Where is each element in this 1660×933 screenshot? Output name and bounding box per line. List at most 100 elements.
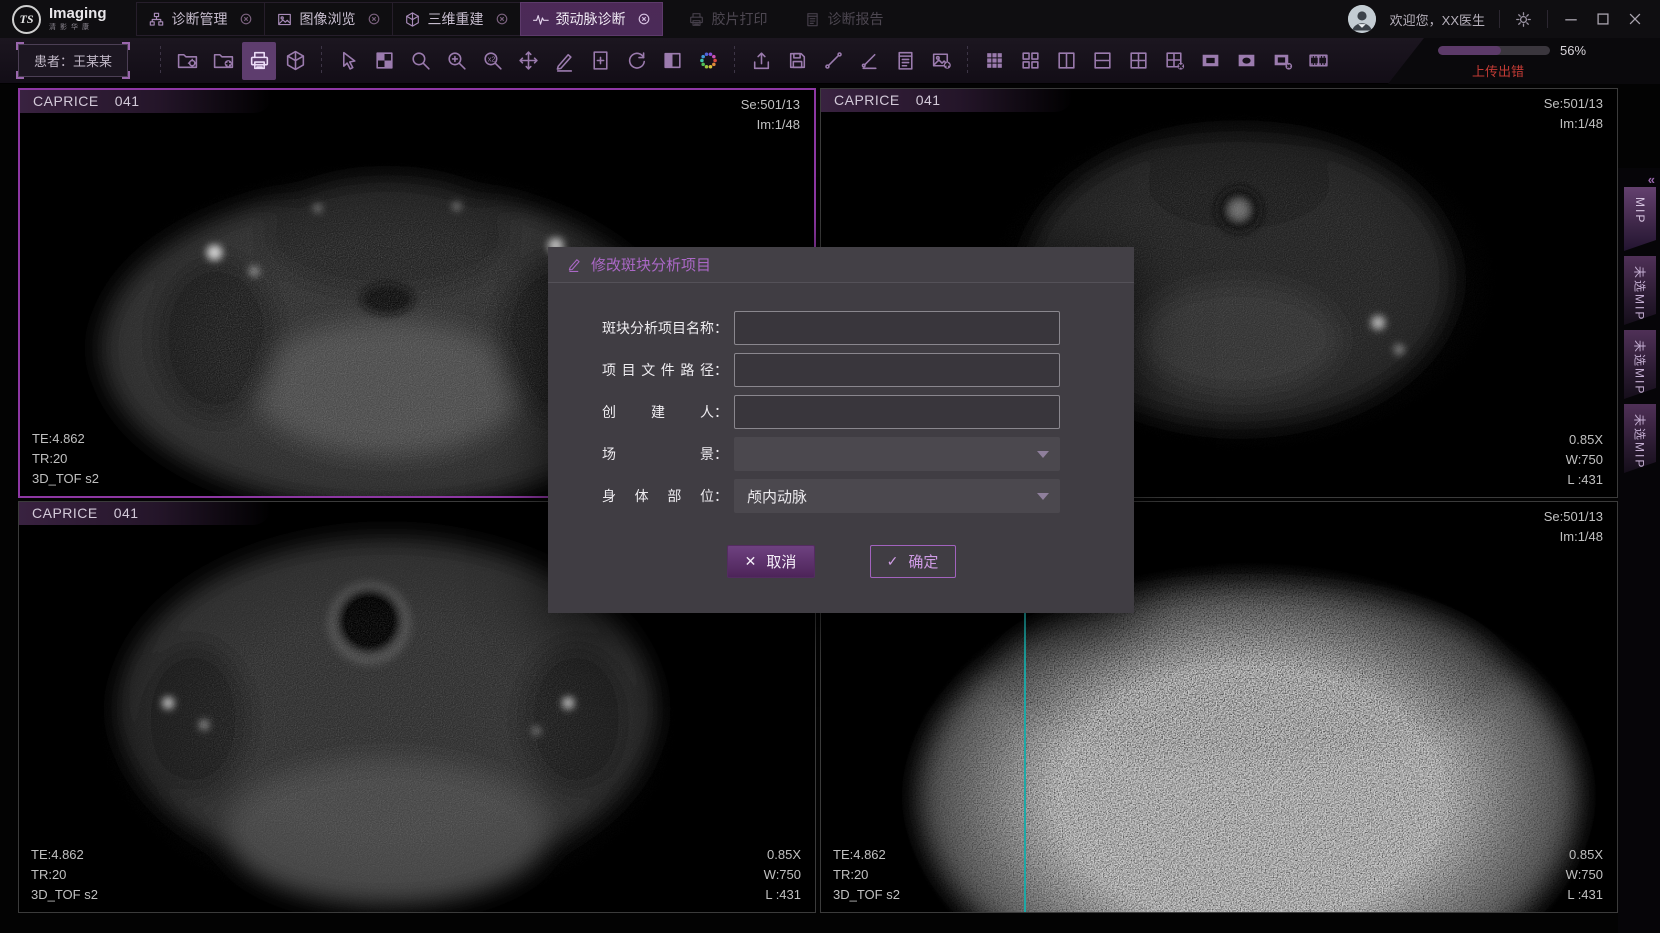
tool-layout-thumbs-icon[interactable] [1013,42,1047,80]
overlay-line: TR:20 [31,865,98,885]
tool-image-upload-icon[interactable] [924,42,958,80]
scene-select[interactable] [734,437,1060,471]
tool-pan-icon[interactable] [511,42,545,80]
overlay-top-right: Se:501/13Im:1/48 [1544,94,1603,134]
side-tab-mip-1[interactable]: MIP [1624,187,1656,251]
tab-close-icon[interactable] [637,12,651,26]
tool-shape-rect-icon[interactable] [1193,42,1227,80]
toolbar-divider [321,46,322,76]
waveform-icon [532,11,549,28]
field-control: 颅内动脉 [734,479,1060,513]
pencil-icon [567,257,582,272]
close-button[interactable] [1626,10,1644,28]
tab-close-icon[interactable] [367,12,381,26]
overlay-line: Im:1/48 [1544,527,1603,547]
tool-shape-ellipse-icon[interactable] [1229,42,1263,80]
tab-close-icon[interactable] [495,12,509,26]
project-file-path-input[interactable] [734,353,1060,387]
ok-button[interactable]: ✓ 确定 [870,545,956,578]
series-number: 041 [114,505,139,525]
body-part-select[interactable]: 颅内动脉 [734,479,1060,513]
tool-search-icon[interactable] [403,42,437,80]
collapse-panel-icon[interactable]: « [1648,172,1653,187]
tab-film-print: 胶片打印 [677,2,779,36]
upload-progress-bar [1438,46,1550,55]
report-icon [804,11,821,28]
tab-carotid-diagnosis[interactable]: 颈动脉诊断 [520,2,663,36]
tool-cube-icon[interactable] [278,42,312,80]
tool-grid-3x3-icon[interactable] [977,42,1011,80]
overlay-line: TR:20 [32,449,99,469]
tool-cursor-icon[interactable] [331,42,365,80]
logo-monogram-icon: TS [12,5,41,34]
tab-label: 诊断报告 [828,9,884,29]
overlay-line: W:750 [764,865,801,885]
tool-report-icon[interactable] [888,42,922,80]
side-tab-mip-4[interactable]: 未选MIP [1624,404,1656,473]
series-name: CAPRICE [834,92,900,112]
overlay-top-right: Se:501/13Im:1/48 [1544,507,1603,547]
overlay-line: Im:1/48 [1544,114,1603,134]
overlay-line: L :431 [1566,470,1603,490]
right-tab-strip: « MIP 未选MIP 未选MIP 未选MIP [1618,168,1660,933]
tab-label: 三维重建 [428,9,484,29]
user-avatar[interactable] [1348,5,1376,33]
scene-label: 场景： [602,444,724,464]
field-label-text: 场景 [602,444,714,464]
field-label-colon: ： [714,360,724,380]
gear-icon[interactable] [1514,10,1533,29]
field-label-text: 斑块分析项目名称 [602,318,714,338]
tool-layout-2col-icon[interactable] [1049,42,1083,80]
tool-save-icon[interactable] [780,42,814,80]
series-name: CAPRICE [33,93,99,113]
tool-zoom-in-icon[interactable] [439,42,473,80]
tool-layout-2x2-icon[interactable] [1121,42,1155,80]
tool-color-wheel-icon[interactable] [691,42,725,80]
app-window: TS Imaging 清影华康 诊断管理图像浏览三维重建颈动脉诊断胶片打印诊断报… [0,0,1660,933]
overlay-bottom-right: 0.85XW:750L :431 [1566,430,1603,490]
overlay-line: W:750 [1566,865,1603,885]
tool-folder-add-icon[interactable] [206,42,240,80]
tool-measure-angle-icon[interactable] [852,42,886,80]
side-tab-mip-3[interactable]: 未选MIP [1624,330,1656,399]
field-row-body-part: 身体部位：颅内动脉 [602,479,1060,513]
cancel-button[interactable]: ✕ 取消 [727,545,815,578]
tool-rotate-icon[interactable] [619,42,653,80]
plaque-project-name-input[interactable] [734,311,1060,345]
series-number: 041 [916,92,941,112]
side-tab-mip-2[interactable]: 未选MIP [1624,256,1656,325]
minimize-button[interactable] [1562,10,1580,28]
tool-invert-icon[interactable] [655,42,689,80]
overlay-line: Se:501/13 [1544,94,1603,114]
tool-folder-settings-icon[interactable] [170,42,204,80]
toolbar-divider [734,46,735,76]
tool-page-add-icon[interactable] [583,42,617,80]
tool-pencil-icon[interactable] [547,42,581,80]
tool-upload-icon[interactable] [744,42,778,80]
creator-input[interactable] [734,395,1060,429]
overlay-line: Im:1/48 [741,115,800,135]
tab-3d-reconstruction[interactable]: 三维重建 [392,2,521,36]
tab-image-browse[interactable]: 图像浏览 [264,2,393,36]
plaque-project-name-label: 斑块分析项目名称： [602,318,724,338]
tool-layout-close-icon[interactable] [1157,42,1191,80]
tool-shape-rect-remove-icon[interactable] [1265,42,1299,80]
tool-zoom-2x-icon[interactable]: x2 [475,42,509,80]
overlay-bottom-left: TE:4.862TR:203D_TOF s2 [32,429,99,489]
overlay-line: W:750 [1566,450,1603,470]
tool-measure-line-icon[interactable] [816,42,850,80]
tool-layout-2row-icon[interactable] [1085,42,1119,80]
field-row-plaque-project-name: 斑块分析项目名称： [602,311,1060,345]
tab-diagnosis-management[interactable]: 诊断管理 [136,2,265,36]
maximize-button[interactable] [1594,10,1612,28]
dialog-body: 斑块分析项目名称：项目文件路径：创建人：场景：身体部位：颅内动脉 [548,311,1134,513]
org-chart-icon [148,11,165,28]
tool-contrast-icon[interactable] [367,42,401,80]
overlay-line: TR:20 [833,865,900,885]
tab-close-icon[interactable] [239,12,253,26]
welcome-text: 欢迎您，XX医生 [1390,10,1485,29]
tool-filmstrip-icon[interactable] [1301,42,1335,80]
selected-value: 颅内动脉 [747,486,807,507]
tool-printer-icon[interactable] [242,42,276,80]
tab-label: 诊断管理 [172,9,228,29]
